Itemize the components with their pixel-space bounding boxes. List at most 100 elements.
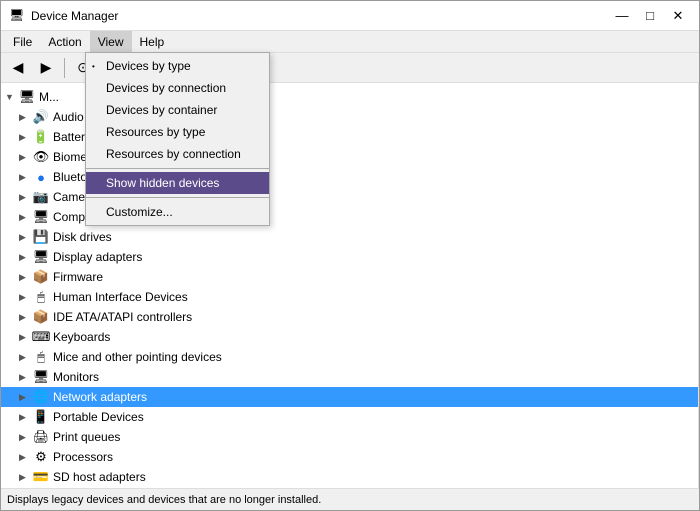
tree-arrow: ▶: [19, 432, 33, 443]
list-item[interactable]: ▶ 🔋 Batteries: [1, 127, 698, 147]
tree-icon: ⌨: [33, 329, 49, 345]
tree-label: Cameras: [53, 190, 102, 204]
tree-icon: 🖥: [33, 209, 49, 225]
list-item[interactable]: ▶ 🔊 Audio inputs and outputs: [1, 107, 698, 127]
tree-arrow: ▶: [19, 212, 33, 223]
tree-label: Bluetooth: [53, 170, 104, 184]
list-item-network-adapters[interactable]: ▶ 🌐 Network adapters: [1, 387, 698, 407]
tree-label: Disk drives: [53, 230, 112, 244]
list-item[interactable]: ▶ 📦 IDE ATA/ATAPI controllers: [1, 307, 698, 327]
tree-label: Print queues: [53, 430, 120, 444]
tree-icon: 🖱: [33, 289, 49, 305]
tree-arrow: ▶: [19, 352, 33, 363]
window-title: Device Manager: [31, 9, 118, 23]
tree-label: Audio inputs and outputs: [53, 110, 185, 124]
close-button[interactable]: ✕: [665, 6, 691, 26]
tree-arrow: ▶: [19, 112, 33, 123]
main-area: ▼ 🖥 M... ▶ 🔊 Audio inputs and outputs ▶ …: [1, 83, 699, 488]
tree-label: Display adapters: [53, 250, 142, 264]
tree-label: Firmware: [53, 270, 103, 284]
tree-label: IDE ATA/ATAPI controllers: [53, 310, 192, 324]
tree-arrow-root: ▼: [5, 92, 19, 102]
tree-icon: 📦: [33, 269, 49, 285]
tree-arrow: ▶: [19, 152, 33, 163]
tree-label: SD host adapters: [53, 470, 146, 484]
list-item[interactable]: ▶ ● Bluetooth: [1, 167, 698, 187]
tree-root[interactable]: ▼ 🖥 M...: [1, 87, 698, 107]
tree-icon: 🖥: [33, 249, 49, 265]
list-item[interactable]: ▶ 🖱 Mice and other pointing devices: [1, 347, 698, 367]
tree-icon: 🖨: [33, 429, 49, 445]
tree-label: Monitors: [53, 370, 99, 384]
status-text: Displays legacy devices and devices that…: [7, 494, 321, 506]
menu-help[interactable]: Help: [132, 31, 173, 53]
tree-arrow: ▶: [19, 312, 33, 323]
toolbar-separator: [64, 58, 65, 78]
list-item[interactable]: ▶ 🖨 Print queues: [1, 427, 698, 447]
title-bar-controls: — □ ✕: [609, 6, 691, 26]
tree-icon: 🔋: [33, 129, 49, 145]
list-item[interactable]: ▶ 🖥 Computer: [1, 207, 698, 227]
tree-arrow: ▶: [19, 452, 33, 463]
list-item[interactable]: ▶ 🖱 Human Interface Devices: [1, 287, 698, 307]
maximize-button[interactable]: □: [637, 6, 663, 26]
list-item[interactable]: ▶ 🖥 Display adapters: [1, 247, 698, 267]
toolbar-back-button[interactable]: ◀: [5, 56, 31, 80]
tree-icon: 🖱: [33, 349, 49, 365]
device-manager-window: 🖥 Device Manager — □ ✕ File Action View …: [0, 0, 700, 511]
tree-arrow: ▶: [19, 252, 33, 263]
tree-icon: ●: [33, 169, 49, 185]
menu-view[interactable]: View: [90, 31, 132, 53]
tree-icon: ⚙: [33, 449, 49, 465]
tree-label: Mice and other pointing devices: [53, 350, 222, 364]
tree-icon: 👁: [33, 149, 49, 165]
tree-label-root: M...: [39, 90, 59, 104]
menu-action[interactable]: Action: [40, 31, 89, 53]
tree-icon-root: 🖥: [19, 89, 35, 105]
toolbar-uninstall-button[interactable]: ✕: [154, 56, 180, 80]
window-icon: 🖥: [9, 8, 25, 24]
toolbar-rollback-button[interactable]: ↩: [126, 56, 152, 80]
tree-arrow: ▶: [19, 392, 33, 403]
tree-arrow: ▶: [19, 172, 33, 183]
tree-arrow: ▶: [19, 412, 33, 423]
tree-arrow: ▶: [19, 472, 33, 483]
tree-label: Keyboards: [53, 330, 110, 344]
tree-arrow: ▶: [19, 372, 33, 383]
tree-icon: 💾: [33, 229, 49, 245]
toolbar-forward-button[interactable]: ▶: [33, 56, 59, 80]
list-item[interactable]: ▶ 👁 Biometric devices: [1, 147, 698, 167]
list-item[interactable]: ▶ 🖥 Monitors: [1, 367, 698, 387]
list-item[interactable]: ▶ 📦 Firmware: [1, 267, 698, 287]
tree-label: Processors: [53, 450, 113, 464]
list-item-portable-devices[interactable]: ▶ 📱 Portable Devices: [1, 407, 698, 427]
tree-icon: 📷: [33, 189, 49, 205]
tree-arrow: ▶: [19, 192, 33, 203]
list-item[interactable]: ▶ ⌨ Keyboards: [1, 327, 698, 347]
tree-label: Biometric devices: [53, 150, 147, 164]
tree-icon: 📦: [33, 309, 49, 325]
tree-arrow: ▶: [19, 232, 33, 243]
toolbar: ◀ ▶ ⊙ 🔄 ↩ ✕ 🔍: [1, 53, 699, 83]
device-list[interactable]: ▼ 🖥 M... ▶ 🔊 Audio inputs and outputs ▶ …: [1, 83, 699, 488]
tree-label: Network adapters: [53, 390, 147, 404]
title-bar: 🖥 Device Manager — □ ✕: [1, 1, 699, 31]
title-bar-left: 🖥 Device Manager: [9, 8, 118, 24]
tree-label: Human Interface Devices: [53, 290, 188, 304]
toolbar-update-button[interactable]: 🔄: [98, 56, 124, 80]
list-item[interactable]: ▶ 💾 Disk drives: [1, 227, 698, 247]
toolbar-properties-button[interactable]: ⊙: [70, 56, 96, 80]
tree-arrow: ▶: [19, 132, 33, 143]
list-item[interactable]: ▶ 📷 Cameras: [1, 187, 698, 207]
toolbar-scan-button[interactable]: 🔍: [182, 56, 208, 80]
list-item[interactable]: ▶ ⚙ Processors: [1, 447, 698, 467]
tree-icon: 🔊: [33, 109, 49, 125]
tree-icon: 📱: [33, 409, 49, 425]
tree-icon: 🌐: [33, 389, 49, 405]
tree-arrow: ▶: [19, 272, 33, 283]
minimize-button[interactable]: —: [609, 6, 635, 26]
list-item[interactable]: ▶ 💳 SD host adapters: [1, 467, 698, 487]
menu-file[interactable]: File: [5, 31, 40, 53]
menu-bar: File Action View Help: [1, 31, 699, 53]
tree-label: Portable Devices: [53, 410, 144, 424]
